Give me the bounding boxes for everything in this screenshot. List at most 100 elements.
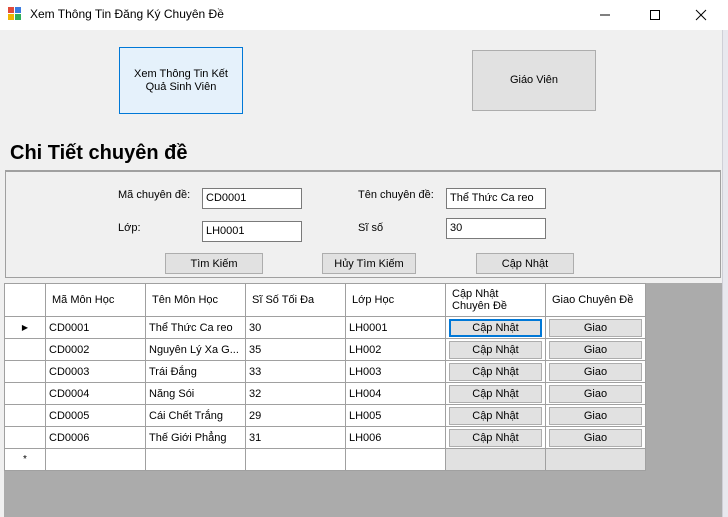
new-row-indicator[interactable]: * [4, 448, 46, 471]
window-title: Xem Thông Tin Đăng Ký Chuyên Đề [30, 7, 224, 21]
cell-giao: Giao [545, 382, 646, 405]
cell-ma-mon-hoc[interactable]: CD0005 [45, 404, 146, 427]
table-row[interactable]: CD0006 Thế Giới Phẳng 31 LH006 Cập Nhật … [4, 426, 646, 449]
chuyen-de-table: Mã Môn Học Tên Môn Học Sĩ Số Tối Đa Lớp … [4, 283, 646, 471]
row-giao-button[interactable]: Giao [549, 384, 642, 403]
column-header-si-so-toi-da[interactable]: Sĩ Số Tối Đa [245, 283, 346, 317]
cell-ma-mon-hoc-new[interactable] [45, 448, 146, 471]
xem-ket-qua-label: Xem Thông Tin Kết Quả Sinh Viên [134, 68, 228, 94]
cap-nhat-label: Cập Nhật [501, 257, 549, 270]
huy-tim-kiem-button[interactable]: Hủy Tìm Kiếm [322, 253, 416, 274]
table-row[interactable]: CD0005 Cái Chết Trắng 29 LH005 Cập Nhật … [4, 404, 646, 427]
xem-ket-qua-label-line1: Xem Thông Tin Kết [134, 67, 228, 80]
ma-chuyen-de-label: Mã chuyên đề: [118, 189, 191, 201]
cell-giao-new[interactable] [545, 448, 646, 471]
row-header[interactable] [4, 382, 46, 405]
cell-ten-mon-hoc[interactable]: Nguyên Lý Xa G... [145, 338, 246, 361]
cell-ten-mon-hoc[interactable]: Thể Thức Ca reo [145, 316, 246, 339]
cell-lop-hoc[interactable]: LH003 [345, 360, 446, 383]
cell-ten-mon-hoc[interactable]: Trái Đắng [145, 360, 246, 383]
xem-ket-qua-sinh-vien-button[interactable]: Xem Thông Tin Kết Quả Sinh Viên [119, 47, 243, 114]
cell-ten-mon-hoc-new[interactable] [145, 448, 246, 471]
cell-cap-nhat-new[interactable] [445, 448, 546, 471]
row-cap-nhat-button[interactable]: Cập Nhật [449, 428, 542, 447]
row-header-corner [4, 283, 46, 317]
cell-ma-mon-hoc[interactable]: CD0003 [45, 360, 146, 383]
minimize-button[interactable] [582, 0, 628, 30]
table-row[interactable]: CD0003 Trái Đắng 33 LH003 Cập Nhật Giao [4, 360, 646, 383]
row-header[interactable] [4, 426, 46, 449]
cell-lop-hoc[interactable]: LH002 [345, 338, 446, 361]
column-header-cap-nhat-chuyen-de[interactable]: Cập Nhật Chuyên Đề [445, 283, 546, 317]
cell-ma-mon-hoc[interactable]: CD0001 [45, 316, 146, 339]
row-giao-button[interactable]: Giao [549, 428, 642, 447]
row-header[interactable] [4, 404, 46, 427]
cell-ma-mon-hoc[interactable]: CD0006 [45, 426, 146, 449]
row-giao-button[interactable]: Giao [549, 340, 642, 359]
tim-kiem-label: Tìm Kiếm [190, 257, 238, 270]
cell-cap-nhat: Cập Nhật [445, 338, 546, 361]
giao-vien-label: Giáo Viên [509, 74, 559, 86]
table-header-row: Mã Môn Học Tên Môn Học Sĩ Số Tối Đa Lớp … [4, 283, 646, 317]
cell-si-so[interactable]: 31 [245, 426, 346, 449]
row-giao-button[interactable]: Giao [549, 406, 642, 425]
lop-input[interactable]: LH0001 [202, 221, 302, 242]
cell-cap-nhat: Cập Nhật [445, 360, 546, 383]
cell-lop-hoc[interactable]: LH006 [345, 426, 446, 449]
cell-si-so-new[interactable] [245, 448, 346, 471]
cell-si-so[interactable]: 35 [245, 338, 346, 361]
cell-lop-hoc[interactable]: LH0001 [345, 316, 446, 339]
si-so-input[interactable]: 30 [446, 218, 546, 239]
cap-nhat-button[interactable]: Cập Nhật [476, 253, 574, 274]
data-grid-view[interactable]: Mã Môn Học Tên Môn Học Sĩ Số Tối Đa Lớp … [4, 283, 722, 517]
row-giao-button[interactable]: Giao [549, 362, 642, 381]
row-header[interactable] [4, 360, 46, 383]
new-row[interactable]: * [4, 448, 646, 471]
cell-lop-hoc[interactable]: LH005 [345, 404, 446, 427]
row-cap-nhat-button[interactable]: Cập Nhật [449, 406, 542, 425]
table-row[interactable]: CD0004 Năng Sói 32 LH004 Cập Nhật Giao [4, 382, 646, 405]
huy-tim-kiem-label: Hủy Tìm Kiếm [334, 257, 404, 270]
cell-si-so[interactable]: 33 [245, 360, 346, 383]
column-header-lop-hoc[interactable]: Lớp Học [345, 283, 446, 317]
cell-ten-mon-hoc[interactable]: Năng Sói [145, 382, 246, 405]
table-row[interactable]: ▶ CD0001 Thể Thức Ca reo 30 LH0001 Cập N… [4, 316, 646, 339]
ten-chuyen-de-input[interactable]: Thể Thức Ca reo [446, 188, 546, 209]
ma-chuyen-de-input[interactable]: CD0001 [202, 188, 302, 209]
xem-ket-qua-label-line2: Quả Sinh Viên [145, 80, 217, 93]
row-cap-nhat-button[interactable]: Cập Nhật [449, 384, 542, 403]
cell-ten-mon-hoc[interactable]: Thế Giới Phẳng [145, 426, 246, 449]
cell-ma-mon-hoc[interactable]: CD0004 [45, 382, 146, 405]
si-so-label: Sĩ số [358, 222, 384, 234]
cell-ten-mon-hoc[interactable]: Cái Chết Trắng [145, 404, 246, 427]
cell-si-so[interactable]: 29 [245, 404, 346, 427]
row-header[interactable] [4, 338, 46, 361]
title-bar: Xem Thông Tin Đăng Ký Chuyên Đề [0, 0, 728, 30]
cell-cap-nhat: Cập Nhật [445, 426, 546, 449]
current-row-indicator[interactable]: ▶ [4, 316, 46, 339]
column-header-ma-mon-hoc[interactable]: Mã Môn Học [45, 283, 146, 317]
maximize-button[interactable] [632, 0, 678, 30]
chi-tiet-groupbox: Mã chuyên đề: CD0001 Tên chuyên đề: Thể … [5, 170, 721, 278]
cell-cap-nhat: Cập Nhật [445, 404, 546, 427]
giao-vien-button[interactable]: Giáo Viên [472, 50, 596, 111]
cell-si-so[interactable]: 32 [245, 382, 346, 405]
row-giao-button[interactable]: Giao [549, 318, 642, 337]
cell-lop-hoc-new[interactable] [345, 448, 446, 471]
row-cap-nhat-button[interactable]: Cập Nhật [449, 340, 542, 359]
column-header-ten-mon-hoc[interactable]: Tên Môn Học [145, 283, 246, 317]
cell-cap-nhat: Cập Nhật [445, 316, 546, 339]
background-window-edge [722, 30, 728, 517]
close-button[interactable] [678, 0, 724, 30]
cell-lop-hoc[interactable]: LH004 [345, 382, 446, 405]
column-header-giao-chuyen-de[interactable]: Giao Chuyên Đề [545, 283, 646, 317]
cell-cap-nhat: Cập Nhật [445, 382, 546, 405]
cell-ma-mon-hoc[interactable]: CD0002 [45, 338, 146, 361]
row-cap-nhat-button[interactable]: Cập Nhật [449, 362, 542, 381]
close-icon [695, 9, 707, 21]
tim-kiem-button[interactable]: Tìm Kiếm [165, 253, 263, 274]
cell-giao: Giao [545, 426, 646, 449]
table-row[interactable]: CD0002 Nguyên Lý Xa G... 35 LH002 Cập Nh… [4, 338, 646, 361]
row-cap-nhat-button[interactable]: Cập Nhật [449, 318, 542, 337]
cell-si-so[interactable]: 30 [245, 316, 346, 339]
